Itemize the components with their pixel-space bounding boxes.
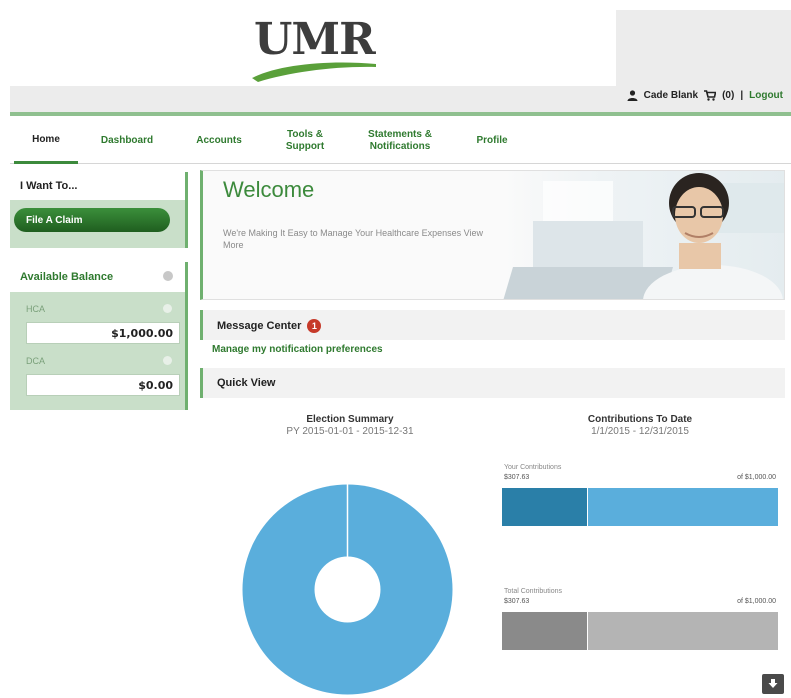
dca-info-icon[interactable]	[163, 356, 172, 365]
hca-label: HCA	[26, 304, 46, 314]
election-summary-subtitle: PY 2015-01-01 - 2015-12-31	[286, 426, 414, 437]
available-balance-label: Available Balance	[20, 271, 114, 283]
main-nav: Home Dashboard Accounts Tools & Support …	[10, 118, 791, 164]
dca-label: DCA	[26, 356, 46, 366]
cart-icon[interactable]	[704, 90, 717, 101]
contribution-filled-segment	[502, 612, 587, 650]
tab-home[interactable]: Home	[14, 118, 78, 164]
header-right-panel	[616, 10, 791, 86]
divider: |	[740, 90, 744, 101]
your-contributions-of: of $1,000.00	[737, 474, 776, 481]
welcome-text: We're Making It Easy to Manage Your Heal…	[223, 227, 563, 251]
cart-count[interactable]: (0)	[722, 90, 734, 101]
tab-statements-notifications[interactable]: Statements & Notifications	[350, 118, 450, 164]
quick-view-title: Quick View	[217, 377, 276, 389]
contributions-subtitle: 1/1/2015 - 12/31/2015	[591, 426, 689, 437]
tab-accounts[interactable]: Accounts	[182, 118, 256, 164]
contribution-filled-segment	[502, 488, 587, 526]
arrow-down-icon	[768, 679, 778, 688]
welcome-banner: Welcome We're Making It Easy to Manage Y…	[200, 170, 785, 300]
welcome-title: Welcome	[223, 177, 315, 202]
notification-badge[interactable]: 1	[307, 319, 322, 333]
welcome-more-link[interactable]: More	[223, 240, 244, 250]
notification-preferences-link[interactable]: Manage my notification preferences	[212, 344, 383, 355]
page: UMR Cade Blank (0) | Logout Home Dashboa…	[0, 0, 791, 698]
your-contributions-value: $307.63	[504, 474, 530, 481]
logout-link[interactable]: Logout	[749, 90, 783, 101]
available-balance-header: Available Balance	[10, 262, 188, 292]
total-contributions-value: $307.63	[504, 598, 530, 605]
contribution-remaining-segment	[586, 488, 778, 526]
total-contributions-of: of $1,000.00	[737, 598, 776, 605]
umr-logo[interactable]: UMR	[240, 14, 390, 86]
election-summary-title: Election Summary	[306, 414, 394, 425]
user-bar: Cade Blank (0) | Logout	[10, 86, 791, 112]
tab-profile[interactable]: Profile	[460, 118, 524, 164]
file-a-claim-button[interactable]: File A Claim	[14, 208, 170, 232]
hca-info-icon[interactable]	[163, 304, 172, 313]
message-center-header: Message Center 1	[200, 310, 785, 340]
user-name[interactable]: Cade Blank	[644, 90, 698, 101]
welcome-message: We're Making It Easy to Manage Your Heal…	[223, 228, 484, 238]
contribution-remaining-segment	[586, 612, 778, 650]
logo-swoosh-icon	[252, 62, 376, 82]
your-contributions-bar	[502, 488, 778, 526]
your-contributions-label: Your Contributions	[504, 464, 562, 471]
quick-view-header: Quick View	[200, 368, 785, 398]
i-want-to-label: I Want To...	[20, 180, 78, 192]
hca-balance: $1,000.00	[26, 322, 180, 344]
tab-dashboard[interactable]: Dashboard	[88, 118, 166, 164]
total-contributions-label: Total Contributions	[504, 588, 562, 595]
info-icon[interactable]	[163, 271, 173, 281]
user-icon	[627, 90, 638, 101]
available-balance-panel: HCA $1,000.00 DCA $0.00	[10, 292, 188, 410]
quick-view-panel: Election Summary PY 2015-01-01 - 2015-12…	[200, 398, 785, 698]
contributions-title: Contributions To Date	[587, 414, 693, 425]
donut-hole	[314, 556, 381, 623]
election-donut-chart	[242, 484, 453, 695]
scroll-down-button[interactable]	[762, 674, 784, 694]
i-want-to-header: I Want To...	[10, 172, 188, 200]
header-divider	[10, 112, 791, 116]
total-contributions-bar	[502, 612, 778, 650]
dca-balance: $0.00	[26, 374, 180, 396]
tab-tools-support[interactable]: Tools & Support	[268, 118, 342, 164]
message-center-title: Message Center	[217, 319, 302, 332]
